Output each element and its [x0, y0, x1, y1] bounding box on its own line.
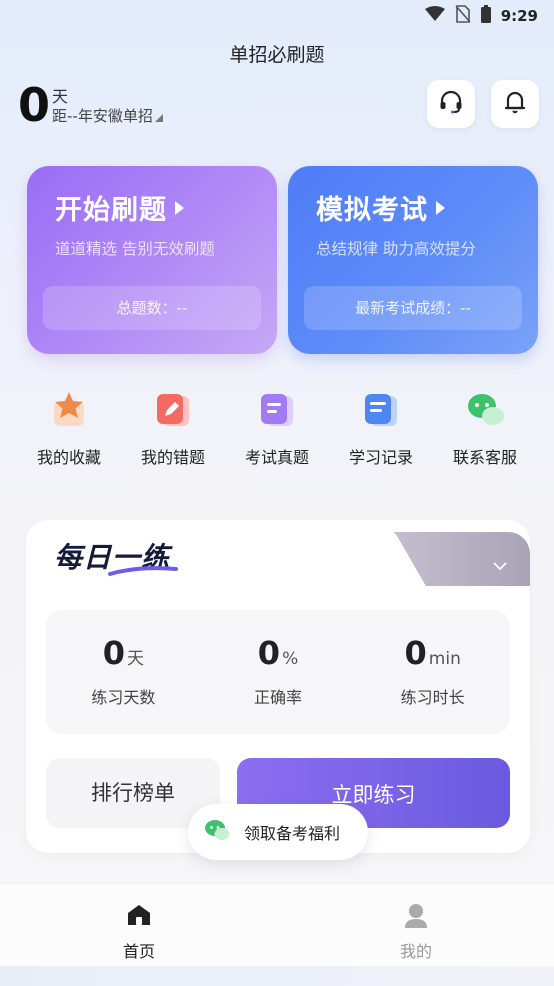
countdown-target-label: 距--年安徽单招 [52, 107, 153, 125]
start-practice-title: 开始刷题 [55, 188, 259, 227]
play-arrow-icon [436, 200, 445, 215]
user-icon [376, 902, 456, 930]
stat-caption: 练习天数 [91, 688, 156, 707]
stat-caption: 正确率 [254, 688, 303, 707]
home-icon [99, 902, 179, 930]
wechat-icon [463, 388, 507, 432]
record-icon [359, 388, 403, 432]
stat-caption: 练习时长 [400, 688, 465, 707]
nav-mine[interactable]: 我的 [376, 902, 456, 962]
bottom-nav: 首页 我的 [0, 883, 554, 986]
total-questions: 总题数：-- [43, 286, 261, 330]
latest-exam-score: 最新考试成绩：-- [304, 286, 522, 330]
claim-benefit-label: 领取备考福利 [244, 824, 341, 843]
shortcut-mistakes[interactable]: 我的错题 [121, 388, 225, 468]
nav-home-label: 首页 [122, 942, 155, 961]
exam-paper-icon [255, 388, 299, 432]
shortcut-study-records[interactable]: 学习记录 [329, 388, 433, 468]
headset-icon [438, 89, 464, 119]
nav-home[interactable]: 首页 [99, 902, 179, 962]
mock-exam-title: 模拟考试 [316, 188, 520, 227]
shortcut-past-exams[interactable]: 考试真题 [225, 388, 329, 468]
title-swoosh-decoration [108, 566, 178, 576]
dropdown-corner-icon [154, 114, 163, 122]
stat-value: 0 [404, 634, 427, 672]
stat-value: 0 [257, 634, 281, 672]
start-practice-card[interactable]: 开始刷题 道道精选 告别无效刷题 总题数：-- [27, 166, 277, 354]
wechat-icon [204, 819, 230, 845]
no-sim-icon [455, 5, 471, 27]
claim-benefit-button[interactable]: 领取备考福利 [188, 804, 368, 860]
wifi-icon [424, 6, 445, 26]
countdown-target[interactable]: 距--年安徽单招 [52, 105, 163, 126]
page-title: 单招必刷题 [229, 44, 325, 66]
countdown-days: 0 [18, 78, 51, 132]
countdown-unit: 天 [52, 87, 69, 106]
stat-accuracy: 0% 正确率 [201, 610, 356, 734]
shortcut-favorites[interactable]: 我的收藏 [17, 388, 121, 468]
notification-button[interactable] [491, 80, 539, 128]
star-icon [47, 388, 91, 432]
pen-icon [151, 388, 195, 432]
mock-exam-card[interactable]: 模拟考试 总结规律 助力高效提分 最新考试成绩：-- [288, 166, 538, 354]
stat-practice-time: 0 min 练习时长 [355, 610, 510, 734]
stat-unit: % [282, 649, 299, 669]
status-bar: 9:29 [0, 0, 554, 30]
bell-icon [503, 89, 527, 119]
customer-service-button[interactable] [427, 80, 475, 128]
start-practice-subtitle: 道道精选 告别无效刷题 [55, 240, 215, 258]
mock-exam-subtitle: 总结规律 助力高效提分 [316, 240, 476, 258]
battery-icon [480, 5, 491, 27]
play-arrow-icon [175, 200, 184, 215]
shortcut-grid: 我的收藏 我的错题 考试真题 学习记录 联系客服 [17, 388, 537, 468]
home-indicator [0, 966, 554, 986]
chevron-down-icon[interactable] [492, 556, 508, 575]
stat-value: 0 [102, 634, 125, 672]
shortcut-contact-service[interactable]: 联系客服 [433, 388, 537, 468]
stat-practice-days: 0天 练习天数 [46, 610, 201, 734]
stat-unit: min [428, 649, 461, 669]
status-time: 9:29 [500, 7, 538, 25]
nav-mine-label: 我的 [399, 942, 432, 961]
daily-stats-panel: 0天 练习天数 0% 正确率 0 min 练习时长 [46, 610, 510, 734]
stat-unit: 天 [126, 649, 144, 669]
